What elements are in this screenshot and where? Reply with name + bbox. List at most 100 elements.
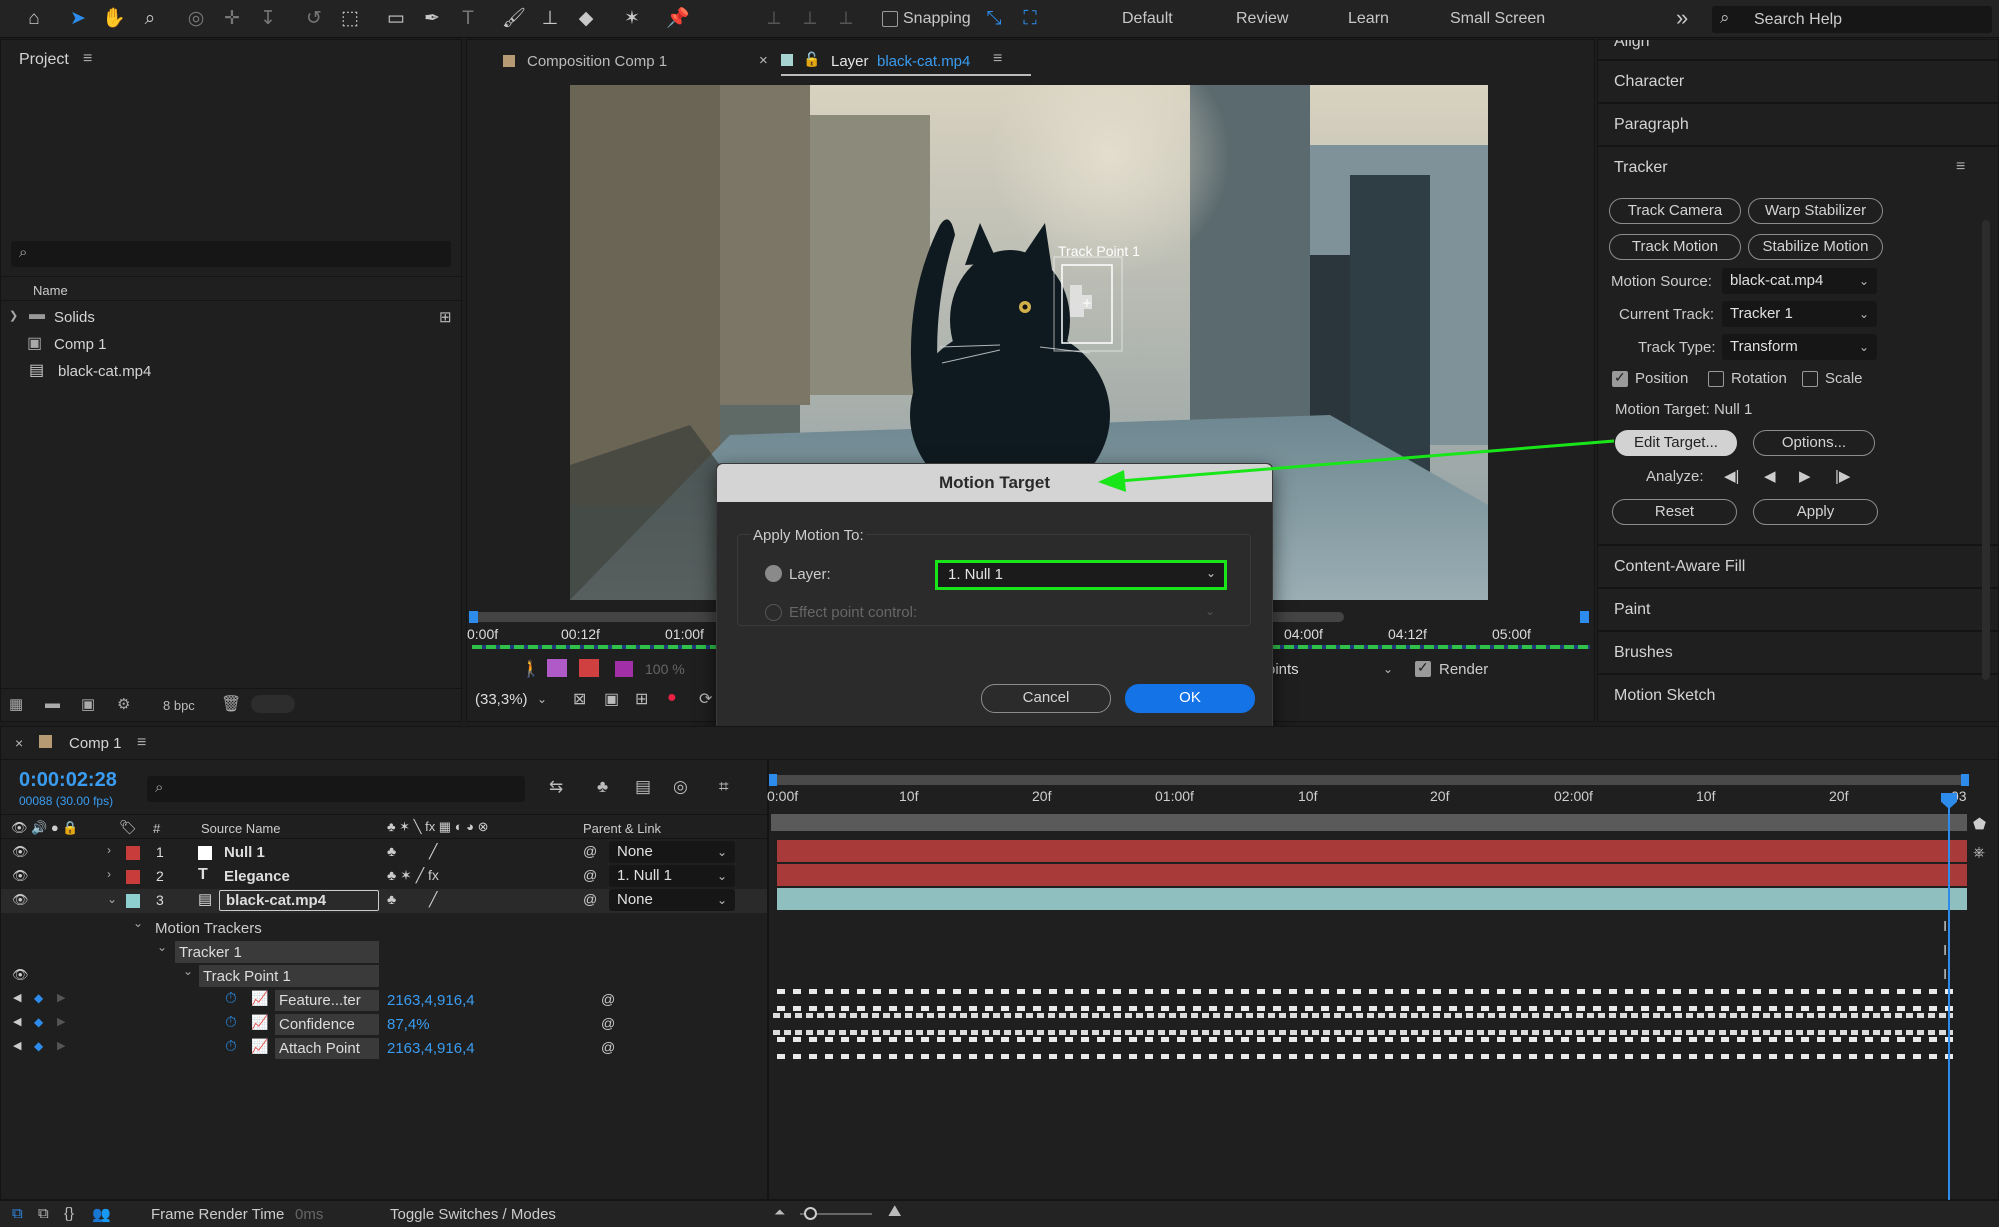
eye-icon[interactable]: 👁 xyxy=(12,892,29,908)
track-point-row-label: Track Point 1 xyxy=(203,968,291,985)
frame-render-time-value: 0ms xyxy=(295,1206,324,1223)
timeline-navigator[interactable] xyxy=(773,775,1965,785)
next-keyframe-icon[interactable]: ▶ xyxy=(57,1015,65,1028)
timeline-menu-icon[interactable]: ≡ xyxy=(137,734,146,752)
layer-switches-icon[interactable]: ⧉ xyxy=(12,1205,23,1222)
transfer-controls-icon[interactable]: ⧉ xyxy=(38,1205,49,1222)
shy-switch-icon[interactable]: ♣ xyxy=(387,891,396,907)
work-area-bar[interactable] xyxy=(771,814,1967,831)
timeline-ruler-tick: 20f xyxy=(1032,788,1052,804)
property-row[interactable]: ◀ ◆ ▶ ⏱ 📈 Feature...ter 2163,4,916,4 @ xyxy=(1,989,767,1013)
layer-color-swatch[interactable] xyxy=(126,870,140,884)
quality-switch-icon[interactable]: ╱ xyxy=(429,843,437,860)
current-frame: 00088 (30.00 fps) xyxy=(19,794,114,808)
playhead-handle[interactable] xyxy=(1941,793,1957,809)
text-layer-icon: T xyxy=(198,866,208,883)
stopwatch-icon[interactable]: ⏱ xyxy=(225,990,237,1007)
motion-blur-icon[interactable]: ◎ xyxy=(673,777,688,797)
property-name-cell: Attach Point xyxy=(275,1038,379,1059)
in-out-icon[interactable]: {} xyxy=(64,1205,74,1222)
graph-icon[interactable]: 📈 xyxy=(251,990,268,1007)
timeline-search-input[interactable]: ⌕ xyxy=(147,776,525,802)
graph-icon[interactable]: 📈 xyxy=(251,1014,268,1031)
pickwhip-icon[interactable]: @ xyxy=(601,991,615,1007)
column-source-name: Source Name xyxy=(201,821,281,836)
next-keyframe-icon[interactable]: ▶ xyxy=(57,991,65,1004)
pickwhip-icon[interactable]: @ xyxy=(601,1039,615,1055)
property-value[interactable]: 2163,4,916,4 xyxy=(387,992,475,1009)
close-icon[interactable]: × xyxy=(15,735,23,751)
eye-icon[interactable]: 👁 xyxy=(12,967,29,983)
pickwhip-icon[interactable]: @ xyxy=(583,867,597,883)
property-value[interactable]: 2163,4,916,4 xyxy=(387,1040,475,1057)
property-name: Attach Point xyxy=(279,1040,360,1057)
layer-color-swatch[interactable] xyxy=(126,846,140,860)
keyframe-icon[interactable]: ◆ xyxy=(34,1039,43,1053)
chevron-down-icon[interactable]: ⌄ xyxy=(157,940,167,954)
timeline-ruler-tick: 10f xyxy=(1298,788,1318,804)
zoom-in-icon[interactable]: ⛰ xyxy=(888,1203,901,1221)
layer-name: black-cat.mp4 xyxy=(226,892,327,909)
parent-dropdown[interactable]: 1. Null 1 ⌄ xyxy=(609,865,735,887)
eye-icon[interactable]: 👁 xyxy=(12,868,29,884)
property-name-cell: Feature...ter xyxy=(275,990,379,1011)
prev-keyframe-icon[interactable]: ◀ xyxy=(13,991,21,1004)
layer-row[interactable]: 👁 ⌄ 3 ▤ black-cat.mp4 ♣ ╱ @ None ⌄ xyxy=(1,889,767,913)
pickwhip-icon[interactable]: @ xyxy=(601,1015,615,1031)
comp-mini-flowchart-icon[interactable]: ⇆ xyxy=(549,777,563,797)
quality-switch-icon[interactable]: ╱ xyxy=(429,891,437,908)
keyframe-icon[interactable]: ◆ xyxy=(34,991,43,1005)
navigator-end-handle[interactable] xyxy=(1961,774,1969,786)
timeline-zoom-handle[interactable] xyxy=(804,1207,817,1220)
prev-keyframe-icon[interactable]: ◀ xyxy=(13,1015,21,1028)
chevron-right-icon[interactable]: › xyxy=(107,867,111,881)
current-timecode[interactable]: 0:00:02:28 xyxy=(19,769,117,792)
frame-blending-icon[interactable]: ▤ xyxy=(635,777,651,797)
property-value[interactable]: 87,4% xyxy=(387,1016,430,1033)
shy-switch-icon[interactable]: ♣ xyxy=(387,843,396,859)
layer-bar-null-1[interactable] xyxy=(777,840,1967,862)
pickwhip-icon[interactable]: @ xyxy=(583,843,597,859)
layer-color-swatch[interactable] xyxy=(126,894,140,908)
chevron-right-icon[interactable]: › xyxy=(107,843,111,857)
null-layer-icon xyxy=(198,846,212,860)
navigator-start-handle[interactable] xyxy=(769,774,777,786)
stopwatch-icon[interactable]: ⏱ xyxy=(225,1014,237,1031)
eye-icon[interactable]: 👁 xyxy=(12,844,29,860)
layer-num: 2 xyxy=(156,868,164,884)
property-name: Feature...ter xyxy=(279,992,361,1009)
layer-row[interactable]: 👁 › 2 T Elegance ♣ ✶ ╱ fx @ 1. Null 1 ⌄ xyxy=(1,865,767,889)
shy-layers-icon[interactable]: ♣ xyxy=(597,777,608,797)
property-row[interactable]: ◀ ◆ ▶ ⏱ 📈 Attach Point 2163,4,916,4 @ xyxy=(1,1037,767,1061)
zoom-out-icon[interactable]: ⏶ xyxy=(774,1204,785,1221)
layer-row[interactable]: 👁 › 1 Null 1 ♣ ╱ @ None ⌄ xyxy=(1,841,767,865)
layer-bar-elegance[interactable] xyxy=(777,864,1967,886)
motion-trackers-label[interactable]: Motion Trackers xyxy=(155,920,262,937)
graph-icon[interactable]: 📈 xyxy=(251,1038,268,1055)
chevron-down-icon[interactable]: ⌄ xyxy=(107,892,117,906)
pickwhip-icon[interactable]: @ xyxy=(583,891,597,907)
stopwatch-icon[interactable]: ⏱ xyxy=(225,1038,237,1055)
chevron-down-icon[interactable]: ⌄ xyxy=(183,964,193,978)
property-name: Confidence xyxy=(279,1016,355,1033)
track-point-row[interactable]: Track Point 1 xyxy=(199,965,379,987)
marker-icon[interactable]: ⬟ xyxy=(1973,815,1986,833)
layer-name-field[interactable]: black-cat.mp4 xyxy=(219,890,379,911)
render-time-icon[interactable]: 👥 xyxy=(92,1205,111,1223)
comp-marker-icon[interactable]: ⎈ xyxy=(1973,844,1985,861)
next-keyframe-icon[interactable]: ▶ xyxy=(57,1039,65,1052)
timeline-comp-tab[interactable]: Comp 1 xyxy=(69,735,122,752)
chevron-down-icon[interactable]: ⌄ xyxy=(133,916,143,930)
timeline-ruler-tick: 10f xyxy=(899,788,919,804)
playhead-line xyxy=(1948,793,1950,1201)
parent-dropdown[interactable]: None ⌄ xyxy=(609,889,735,911)
tracker-row[interactable]: Tracker 1 xyxy=(175,941,379,963)
parent-dropdown[interactable]: None ⌄ xyxy=(609,841,735,863)
shy-switch-icon[interactable]: ♣ ✶ ╱ fx xyxy=(387,867,439,884)
layer-bar-black-cat[interactable] xyxy=(777,888,1967,910)
toggle-switches-modes[interactable]: Toggle Switches / Modes xyxy=(390,1206,556,1223)
prev-keyframe-icon[interactable]: ◀ xyxy=(13,1039,21,1052)
keyframe-icon[interactable]: ◆ xyxy=(34,1015,43,1029)
property-row[interactable]: ◀ ◆ ▶ ⏱ 📈 Confidence 87,4% @ xyxy=(1,1013,767,1037)
graph-editor-icon[interactable]: ⌗ xyxy=(719,777,729,797)
